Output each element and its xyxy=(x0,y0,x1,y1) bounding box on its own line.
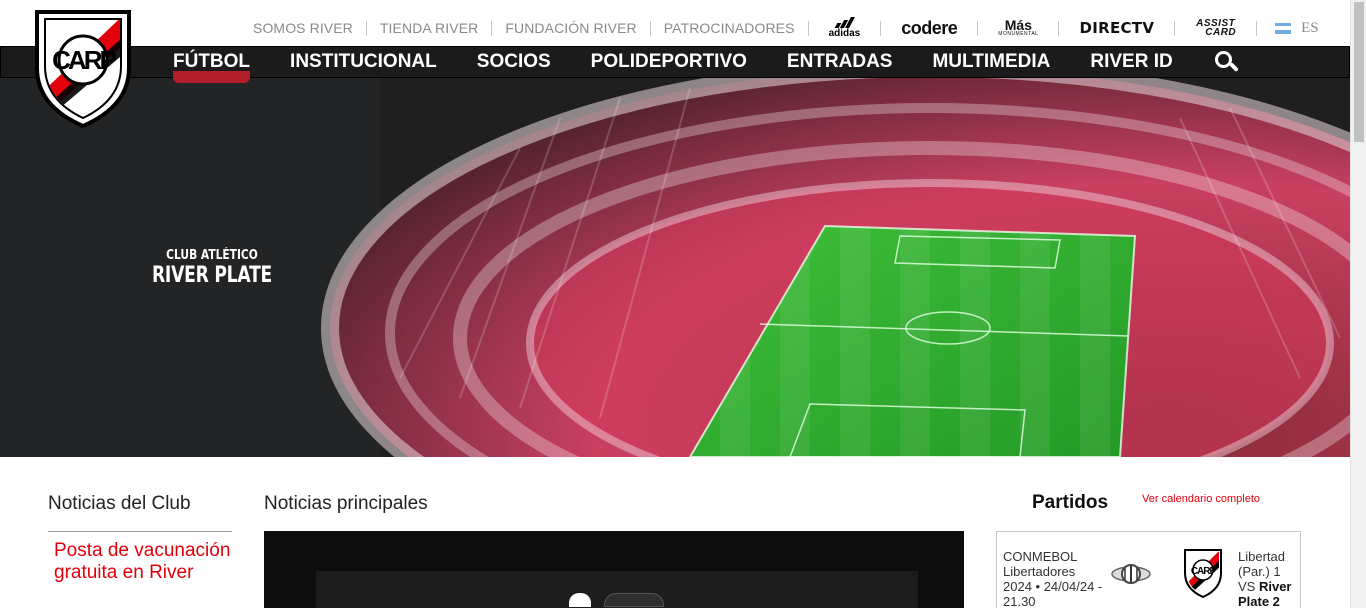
top-link-fundacion-river[interactable]: FUNDACIÓN RIVER xyxy=(492,20,649,36)
language-label: ES xyxy=(1301,19,1319,36)
sponsor-mas-sub: MONUMENTAL xyxy=(998,31,1039,38)
match-competition: CONMEBOL Libertadores 2024 • 24/04/24 - … xyxy=(1003,549,1103,608)
sponsor-adidas-label: adidas xyxy=(828,28,861,39)
match-result: Libertad (Par.) 1 VS River Plate 2 xyxy=(1238,549,1298,608)
nav-item-socios[interactable]: SOCIOS xyxy=(457,47,571,77)
sponsor-directv-logo[interactable]: DIRECTV xyxy=(1059,16,1174,40)
top-links: SOMOS RIVER TIENDA RIVER FUNDACIÓN RIVER… xyxy=(240,16,1319,40)
club-crest-logo[interactable]: CARP xyxy=(33,6,133,130)
nav-item-multimedia[interactable]: MULTIMEDIA xyxy=(912,47,1070,77)
nav-item-river-id[interactable]: RIVER ID xyxy=(1070,47,1192,77)
libertad-crest-icon xyxy=(1111,564,1151,584)
river-crest-icon xyxy=(569,593,591,607)
top-bar: SOMOS RIVER TIENDA RIVER FUNDACIÓN RIVER… xyxy=(0,0,1350,46)
matches-heading: Partidos xyxy=(1032,492,1109,513)
sponsor-assist-line2: CARD xyxy=(1205,27,1237,38)
top-link-tienda-river[interactable]: TIENDA RIVER xyxy=(367,20,491,36)
hero-brand-small: CLUB ATLÉTICO xyxy=(166,248,258,263)
vertical-scrollbar[interactable] xyxy=(1350,0,1366,608)
full-calendar-link[interactable]: Ver calendario completo xyxy=(1142,493,1260,505)
nav-item-institucional[interactable]: INSTITUCIONAL xyxy=(270,47,457,77)
hero-banner[interactable]: CLUB ATLÉTICO RIVER PLATE xyxy=(0,78,1350,457)
match-card[interactable]: CONMEBOL Libertadores 2024 • 24/04/24 - … xyxy=(996,531,1301,608)
sponsor-directv-label: DIRECTV xyxy=(1079,19,1155,37)
hero-brand: CLUB ATLÉTICO RIVER PLATE xyxy=(135,248,289,288)
sponsor-adidas-logo[interactable]: adidas xyxy=(809,16,881,40)
main-news-card[interactable] xyxy=(264,531,964,608)
crest-mini-text: CARP xyxy=(1191,566,1217,577)
main-news-heading: Noticias principales xyxy=(264,493,428,514)
top-link-somos-river[interactable]: SOMOS RIVER xyxy=(240,20,366,36)
nav-item-futbol[interactable]: FÚTBOL xyxy=(153,47,270,83)
top-link-patrocinadores[interactable]: PATROCINADORES xyxy=(651,20,808,36)
argentina-flag-icon xyxy=(1275,22,1292,34)
search-icon[interactable] xyxy=(1213,49,1239,75)
page: SOMOS RIVER TIENDA RIVER FUNDACIÓN RIVER… xyxy=(0,0,1366,608)
nav-item-entradas[interactable]: ENTRADAS xyxy=(767,47,913,77)
river-plate-crest-icon: CARP xyxy=(1184,549,1222,599)
club-news-item[interactable]: Posta de vacunación gratuita en River xyxy=(54,540,234,584)
divider xyxy=(48,531,232,532)
sponsor-codere-logo[interactable]: codere xyxy=(881,16,977,40)
scrollbar-thumb[interactable] xyxy=(1354,2,1364,142)
club-news-heading: Noticias del Club xyxy=(48,493,191,514)
main-nav: FÚTBOL INSTITUCIONAL SOCIOS POLIDEPORTIV… xyxy=(0,46,1350,83)
nav-item-polideportivo[interactable]: POLIDEPORTIVO xyxy=(571,47,767,77)
sponsor-codere-label: codere xyxy=(901,17,958,38)
rival-crest-icon xyxy=(604,593,664,607)
sponsor-assist-card-logo[interactable]: ASSIST CARD xyxy=(1175,16,1256,40)
language-selector[interactable]: ES xyxy=(1257,20,1319,37)
sponsor-mas-monumental-logo[interactable]: Más MONUMENTAL xyxy=(978,16,1058,40)
crest-text: CARP xyxy=(52,45,116,75)
hero-brand-big: RIVER PLATE xyxy=(151,263,273,288)
